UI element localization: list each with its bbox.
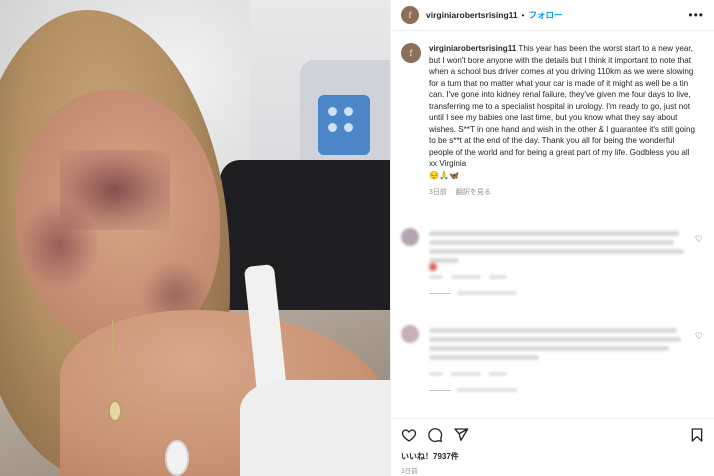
avatar-letter: f — [408, 10, 412, 20]
commenter-avatar[interactable] — [401, 228, 419, 246]
comment-meta-blurred — [429, 275, 707, 279]
comment-blurred: ♡ — [401, 325, 707, 392]
comment-icon[interactable] — [427, 427, 443, 443]
more-options-icon[interactable]: ••• — [688, 8, 704, 22]
post-actions: いいね！7937件 3日前 — [391, 418, 714, 475]
comment-blurred: ♡ — [401, 228, 707, 295]
caption-age: 3日前 — [429, 189, 447, 196]
post-photo[interactable] — [0, 0, 390, 476]
follow-button[interactable]: フォロー — [528, 9, 562, 21]
comment-text-blurred — [429, 325, 689, 364]
caption-avatar[interactable]: f — [401, 43, 421, 63]
caption-username[interactable]: virginiarobertsrising11 — [429, 44, 516, 53]
comment-text-blurred — [429, 228, 689, 271]
necklace-pendant — [108, 400, 122, 422]
bed-control-panel — [318, 95, 370, 155]
heart-icon[interactable] — [401, 427, 417, 443]
header-username[interactable]: virginiarobertsrising11 — [426, 10, 518, 20]
share-icon[interactable] — [453, 427, 469, 443]
caption-emojis: 😔🙏🦋 — [429, 170, 460, 180]
comment-meta-blurred — [429, 372, 707, 376]
post-side-panel: f virginiarobertsrising11 • フォロー ••• f v… — [390, 0, 714, 476]
avatar[interactable]: f — [401, 6, 419, 24]
post-header: f virginiarobertsrising11 • フォロー ••• — [391, 0, 714, 30]
top-garment — [240, 380, 390, 476]
caption-text: This year has been the worst start to a … — [429, 44, 695, 168]
avatar-letter: f — [409, 48, 413, 58]
commenter-avatar[interactable] — [401, 325, 419, 343]
view-replies-blurred[interactable] — [429, 291, 707, 295]
separator-dot: • — [521, 10, 525, 20]
ecg-electrode — [165, 440, 189, 476]
caption-body: virginiarobertsrising11 This year has be… — [429, 43, 699, 181]
caption-meta: 3日前 翻訳を見る — [429, 187, 714, 197]
view-replies-blurred[interactable] — [429, 388, 707, 392]
caption: f virginiarobertsrising11 This year has … — [391, 31, 714, 181]
likes-count[interactable]: いいね！7937件 — [401, 451, 705, 462]
comment-like-icon[interactable]: ♡ — [695, 331, 703, 342]
bruise — [20, 200, 100, 290]
translate-link[interactable]: 翻訳を見る — [456, 187, 491, 197]
bookmark-icon[interactable] — [689, 427, 705, 443]
comment-like-icon[interactable]: ♡ — [695, 234, 703, 245]
post-date: 3日前 — [401, 468, 418, 475]
